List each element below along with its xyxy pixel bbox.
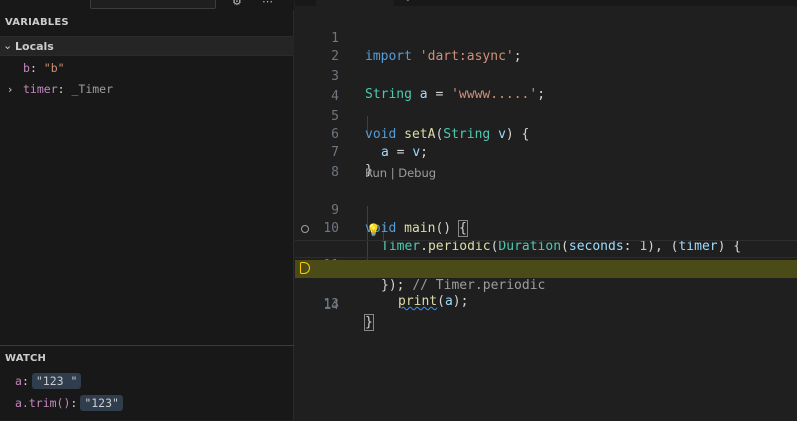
watch-value: "123 ": [31, 373, 82, 389]
code-line: 9 void main() {: [295, 184, 797, 237]
tab-main-dart[interactable]: [316, 0, 394, 6]
variable-row-timer[interactable]: › timer: _Timer: [0, 81, 294, 101]
variable-value: _Timer: [71, 82, 114, 96]
gear-icon[interactable]: ⚙: [232, 0, 242, 8]
code-line: 14: [295, 279, 797, 313]
watch-section-title[interactable]: WATCH: [5, 353, 46, 364]
code-line: 10 Timer.periodic(Duration(seconds: 1), …: [295, 202, 797, 254]
watch-expression: a.trim(): [15, 396, 71, 410]
code-line: 4: [295, 70, 797, 104]
chevron-right-icon[interactable]: ›: [8, 83, 12, 96]
code-editor[interactable]: 1 import 'dart:async'; 2 3 String a = 'w…: [295, 8, 797, 420]
file-icon: ◇: [404, 0, 412, 3]
lightbulb-icon[interactable]: 💡: [366, 221, 381, 239]
watch-row[interactable]: a: "123 ": [0, 372, 294, 392]
code-line: 5 void setA(String v) {: [295, 90, 797, 142]
variable-name: timer: [23, 82, 58, 96]
launch-config-dropdown[interactable]: [90, 0, 216, 9]
watch-value: "123": [80, 395, 123, 411]
code-line: 8: [295, 146, 797, 180]
debug-console-icon[interactable]: ⋯: [262, 0, 273, 8]
code-line: 1 import 'dart:async';: [295, 12, 797, 64]
tab-other-file[interactable]: ◇: [400, 0, 550, 5]
variables-section-title[interactable]: VARIABLES: [5, 17, 69, 28]
breakpoint-hint-icon[interactable]: [301, 225, 309, 233]
line-number: 14: [323, 298, 339, 313]
watch-row[interactable]: a.trim(): "123": [0, 394, 294, 414]
watch-section: WATCH a: "123 " a.trim(): "123": [0, 345, 294, 421]
debug-toolbar: ⚙ ⋯: [0, 0, 294, 10]
code-line-paused: 13 }: [295, 260, 797, 331]
locals-scope-header[interactable]: ⌄ Locals: [0, 36, 294, 56]
code-line: 7 }: [295, 126, 797, 178]
line-number: 8: [331, 165, 339, 180]
chevron-down-icon: ⌄: [3, 39, 13, 52]
watch-expression: a: [15, 374, 22, 388]
code-line-current-cursor: 12 }); // Timer.periodic: [295, 240, 797, 293]
variable-value: "b": [43, 61, 65, 75]
variable-name: b: [23, 61, 30, 75]
debug-sidebar: ⚙ ⋯ VARIABLES ⌄ Locals b: "b" › timer: _…: [0, 0, 294, 420]
matching-brace: }: [364, 314, 374, 331]
codelens-run-debug[interactable]: Run | Debug: [365, 166, 436, 180]
variable-row-b[interactable]: b: "b": [0, 60, 294, 80]
locals-label: Locals: [15, 40, 54, 53]
code-line: 2: [295, 30, 797, 64]
debug-paused-arrow-icon: [300, 262, 310, 274]
code-line: 11 💡 print(a);: [295, 221, 797, 309]
code-line: 6 a = v;: [295, 108, 797, 160]
code-line: 3 String a = 'wwww.....';: [295, 50, 797, 102]
